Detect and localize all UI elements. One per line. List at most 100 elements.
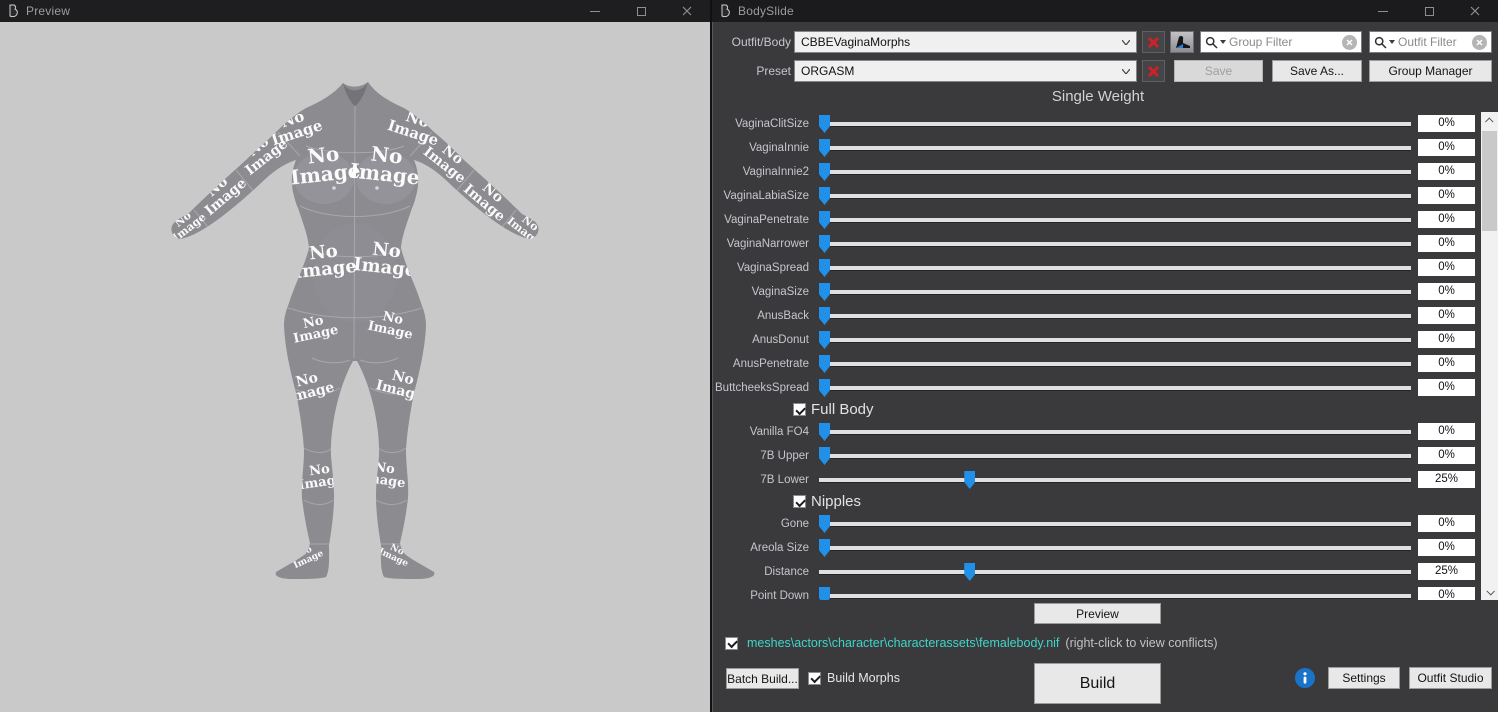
outfit-filter-input[interactable] bbox=[1398, 35, 1468, 49]
slider-label[interactable]: VaginaNarrower bbox=[713, 232, 809, 256]
slider-thumb[interactable] bbox=[964, 563, 975, 581]
slider-thumb[interactable] bbox=[819, 515, 830, 533]
slider-value-box[interactable]: 0% bbox=[1418, 447, 1475, 464]
slider-track[interactable] bbox=[819, 444, 1411, 468]
slider-thumb[interactable] bbox=[819, 331, 830, 349]
category-checkbox[interactable] bbox=[793, 403, 806, 416]
minimize-icon[interactable] bbox=[1360, 0, 1406, 22]
slider-thumb[interactable] bbox=[819, 379, 830, 397]
search-icon[interactable] bbox=[1201, 36, 1229, 49]
slider-label[interactable]: 7B Lower bbox=[713, 468, 809, 492]
slider-label[interactable]: AnusDonut bbox=[713, 328, 809, 352]
slider-value-box[interactable]: 0% bbox=[1418, 283, 1475, 300]
slider-label[interactable]: Vanilla FO4 bbox=[713, 420, 809, 444]
slider-track[interactable] bbox=[819, 256, 1411, 280]
slider-track[interactable] bbox=[819, 232, 1411, 256]
slider-value-box[interactable]: 0% bbox=[1418, 163, 1475, 180]
slider-thumb[interactable] bbox=[819, 539, 830, 557]
slider-thumb[interactable] bbox=[819, 355, 830, 373]
preset-combobox[interactable]: ORGASM bbox=[794, 60, 1137, 82]
slider-label[interactable]: AnusBack bbox=[713, 304, 809, 328]
slider-label[interactable]: VaginaSpread bbox=[713, 256, 809, 280]
slider-value-box[interactable]: 0% bbox=[1418, 515, 1475, 532]
slider-label[interactable]: AnusPenetrate bbox=[713, 352, 809, 376]
slider-label[interactable]: VaginaLabiaSize bbox=[713, 184, 809, 208]
slider-track[interactable] bbox=[819, 468, 1411, 492]
slider-value-box[interactable]: 0% bbox=[1418, 331, 1475, 348]
slider-track[interactable] bbox=[819, 304, 1411, 328]
slider-thumb[interactable] bbox=[819, 187, 830, 205]
slider-label[interactable]: Distance bbox=[713, 560, 809, 584]
slider-value-box[interactable]: 0% bbox=[1418, 115, 1475, 132]
slider-label[interactable]: Areola Size bbox=[713, 536, 809, 560]
slider-label[interactable]: ButtcheeksSpread bbox=[713, 376, 809, 400]
slider-thumb[interactable] bbox=[819, 211, 830, 229]
slider-track[interactable] bbox=[819, 584, 1411, 600]
slider-track[interactable] bbox=[819, 560, 1411, 584]
minimize-icon[interactable] bbox=[572, 0, 618, 22]
slider-value-box[interactable]: 25% bbox=[1418, 471, 1475, 488]
slider-value-box[interactable]: 0% bbox=[1418, 355, 1475, 372]
slider-thumb[interactable] bbox=[964, 471, 975, 489]
search-icon[interactable] bbox=[1370, 36, 1398, 49]
slider-thumb[interactable] bbox=[819, 235, 830, 253]
delete-outfit-button[interactable] bbox=[1142, 31, 1165, 53]
slider-value-box[interactable]: 0% bbox=[1418, 187, 1475, 204]
slider-thumb[interactable] bbox=[819, 423, 830, 441]
slider-value-box[interactable]: 0% bbox=[1418, 379, 1475, 396]
slider-track[interactable] bbox=[819, 328, 1411, 352]
slider-thumb[interactable] bbox=[819, 587, 830, 600]
outfit-studio-button[interactable]: Outfit Studio bbox=[1409, 667, 1492, 689]
scrollbar-thumb[interactable] bbox=[1482, 131, 1497, 231]
slider-label[interactable]: VaginaInnie bbox=[713, 136, 809, 160]
edit-project-button[interactable] bbox=[1170, 31, 1194, 53]
save-button[interactable]: Save bbox=[1174, 60, 1263, 82]
slider-label[interactable]: 7B Upper bbox=[713, 444, 809, 468]
slider-track[interactable] bbox=[819, 536, 1411, 560]
slider-label[interactable]: Point Down bbox=[713, 584, 809, 600]
slider-thumb[interactable] bbox=[819, 163, 830, 181]
slider-value-box[interactable]: 0% bbox=[1418, 139, 1475, 156]
slider-value-box[interactable]: 0% bbox=[1418, 539, 1475, 556]
preview-3d-viewport[interactable]: NoImageNoImageNoImageNoImageNoImageNoIma… bbox=[0, 22, 710, 712]
slider-thumb[interactable] bbox=[819, 139, 830, 157]
delete-preset-button[interactable] bbox=[1142, 60, 1165, 82]
batch-build-button[interactable]: Batch Build... bbox=[726, 668, 799, 689]
bodyslide-titlebar[interactable]: BodySlide bbox=[712, 0, 1498, 22]
scroll-up-icon[interactable] bbox=[1481, 112, 1498, 129]
slider-track[interactable] bbox=[819, 352, 1411, 376]
group-manager-button[interactable]: Group Manager bbox=[1369, 60, 1492, 82]
scrollbar[interactable] bbox=[1481, 112, 1498, 600]
close-icon[interactable] bbox=[1452, 0, 1498, 22]
preview-button[interactable]: Preview bbox=[1034, 603, 1161, 624]
slider-track[interactable] bbox=[819, 420, 1411, 444]
clear-filter-icon[interactable] bbox=[1472, 35, 1487, 50]
preview-titlebar[interactable]: Preview bbox=[0, 0, 710, 22]
maximize-icon[interactable] bbox=[1406, 0, 1452, 22]
slider-track[interactable] bbox=[819, 112, 1411, 136]
slider-track[interactable] bbox=[819, 208, 1411, 232]
slider-track[interactable] bbox=[819, 184, 1411, 208]
slider-label[interactable]: VaginaPenetrate bbox=[713, 208, 809, 232]
close-icon[interactable] bbox=[664, 0, 710, 22]
slider-thumb[interactable] bbox=[819, 447, 830, 465]
outfit-body-combobox[interactable]: CBBEVaginaMorphs bbox=[794, 31, 1137, 53]
build-button[interactable]: Build bbox=[1034, 663, 1161, 704]
slider-label[interactable]: Gone bbox=[713, 512, 809, 536]
slider-track[interactable] bbox=[819, 376, 1411, 400]
slider-thumb[interactable] bbox=[819, 283, 830, 301]
scroll-down-icon[interactable] bbox=[1481, 583, 1498, 600]
slider-track[interactable] bbox=[819, 512, 1411, 536]
slider-value-box[interactable]: 25% bbox=[1418, 563, 1475, 580]
info-icon[interactable] bbox=[1295, 668, 1315, 688]
slider-thumb[interactable] bbox=[819, 307, 830, 325]
build-morphs-checkbox[interactable] bbox=[808, 672, 821, 685]
slider-track[interactable] bbox=[819, 280, 1411, 304]
slider-label[interactable]: VaginaSize bbox=[713, 280, 809, 304]
slider-label[interactable]: VaginaClitSize bbox=[713, 112, 809, 136]
settings-button[interactable]: Settings bbox=[1328, 667, 1400, 689]
slider-label[interactable]: VaginaInnie2 bbox=[713, 160, 809, 184]
maximize-icon[interactable] bbox=[618, 0, 664, 22]
output-file-path[interactable]: meshes\actors\character\characterassets\… bbox=[747, 636, 1059, 650]
slider-value-box[interactable]: 0% bbox=[1418, 307, 1475, 324]
